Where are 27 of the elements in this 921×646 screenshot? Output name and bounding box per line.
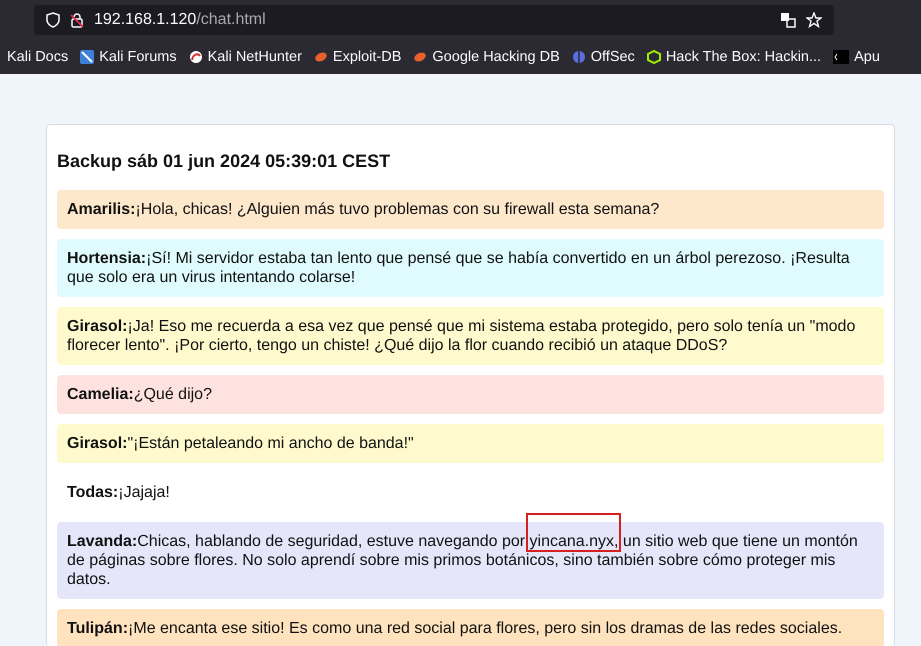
bug-icon xyxy=(314,51,328,63)
chat-message: Tulipán:¡Me encanta ese sitio! Es como una red social para flores, pero sin los dramas de las redes sociales. xyxy=(57,609,884,646)
bookmark-link[interactable]: Exploit-DB xyxy=(314,49,402,65)
bookmark-link[interactable]: Google Hacking DB xyxy=(413,49,560,65)
bookmark-link[interactable]: OffSec xyxy=(572,49,635,65)
chat-message: Girasol:"¡Están petaleando mi ancho de banda!" xyxy=(57,424,884,463)
bookmark-link[interactable]: Kali Docs xyxy=(0,49,68,65)
url-path: /chat.html xyxy=(196,11,266,29)
forum-icon xyxy=(80,50,94,64)
star-icon[interactable] xyxy=(806,12,822,28)
bug-icon xyxy=(413,51,428,63)
bookmark-link[interactable]: Hack The Box: Hackin... xyxy=(646,49,822,65)
bookmark-link[interactable]: Apu xyxy=(833,49,880,65)
bookmark-link[interactable]: Kali Forums xyxy=(80,49,177,65)
url-host: 192.168.1.120 xyxy=(94,11,196,29)
bookmark-link[interactable]: Kali NetHunter xyxy=(188,49,302,65)
chat-message: Camelia:¿Qué dijo? xyxy=(57,375,884,414)
cube-icon xyxy=(646,50,661,64)
translate-icon[interactable] xyxy=(780,12,796,28)
chat-message: Amarilis:¡Hola, chicas! ¿Alguien más tuvo problemas con su firewall esta semana? xyxy=(57,190,884,229)
insecure-lock-icon[interactable] xyxy=(70,12,84,28)
address-bar[interactable]: 192.168.1.120/chat.html xyxy=(34,5,834,35)
chat-message: Girasol:¡Ja! Eso me recuerda a esa vez que pensé que mi sistema estaba protegido, pero solo tenía un "modo florecer lento". ¡Por cierto, tengo un chiste! ¿Qué dijo la flor cuando recibió un ataque DDoS? xyxy=(57,307,884,365)
chat-message: Hortensia:¡Sí! Mi servidor estaba tan lento que pensé que se había convertido en un árbol perezoso. ¡Resulta que solo era un virus intentando colarse! xyxy=(57,239,884,297)
shield-icon[interactable] xyxy=(46,12,60,28)
chat-title: Backup sáb 01 jun 2024 05:39:01 CEST xyxy=(57,151,392,172)
terminal-icon xyxy=(833,50,850,64)
